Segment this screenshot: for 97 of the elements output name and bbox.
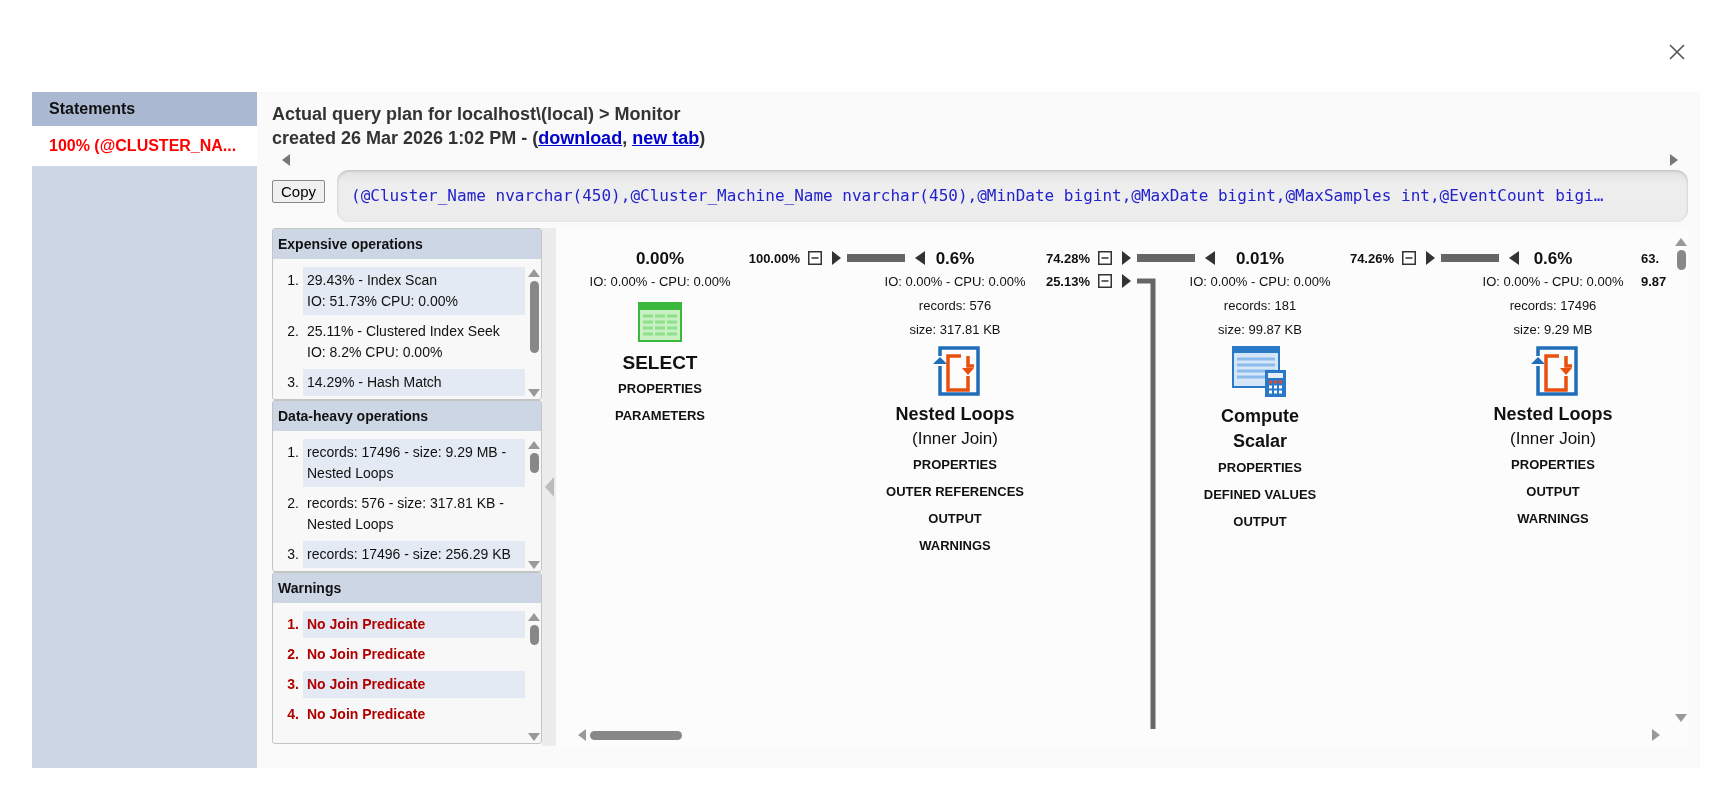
node-link[interactable]: WARNINGS [1517, 505, 1589, 532]
node-cost: 0.6% [935, 248, 975, 270]
header-link[interactable]: download [538, 128, 623, 148]
collapse-icon[interactable] [1098, 251, 1112, 265]
sidebar-header: Statements [32, 92, 257, 126]
node-size: size: 99.87 KB [1218, 321, 1302, 339]
node-io-cpu: IO: 0.00% - CPU: 0.00% [1482, 273, 1624, 291]
node-cost: 0.6% [1533, 248, 1573, 270]
item-number: 4. [286, 705, 300, 724]
scroll-up-icon[interactable] [528, 613, 540, 621]
scroll-up-icon[interactable] [528, 441, 540, 449]
table-icon[interactable] [638, 302, 682, 342]
node-link[interactable]: PROPERTIES [913, 451, 997, 478]
node-link[interactable]: OUTPUT [1233, 508, 1287, 535]
item-number: 3. [286, 545, 300, 564]
node-records: records: 181 [1223, 297, 1297, 315]
scrollbar-thumb[interactable] [529, 281, 539, 353]
node-io-cpu: IO: 0.00% - CPU: 0.00% [884, 273, 1026, 291]
edge-label: 100.00% [747, 250, 800, 268]
panel-title: Data-heavy operations [273, 401, 541, 431]
operation-item[interactable]: No Join Predicate [303, 641, 525, 668]
item-number: 3. [286, 373, 300, 392]
operation-item[interactable]: records: 17496 - size: 9.29 MB - Nested Loops [303, 439, 525, 487]
scroll-left-icon[interactable] [282, 154, 290, 166]
scroll-right-icon[interactable] [1652, 729, 1660, 741]
node-link[interactable]: OUTPUT [1526, 478, 1580, 505]
item-number: 3. [286, 675, 300, 694]
scroll-up-icon[interactable] [1675, 238, 1687, 246]
operation-item[interactable]: 14.29% - Hash Match [303, 369, 525, 396]
node-records: records: 17496 [1509, 297, 1597, 315]
node-subtitle: (Inner Join) [912, 428, 998, 450]
item-number: 1. [286, 271, 300, 290]
expand-arrow-icon[interactable] [832, 251, 841, 265]
item-number: 1. [286, 443, 300, 462]
node-cost: 0.00% [635, 248, 685, 270]
operation-item[interactable]: records: 17496 - size: 256.29 KB [303, 541, 525, 568]
item-number: 2. [286, 494, 300, 513]
scrollbar-thumb[interactable] [529, 625, 539, 645]
scroll-down-icon[interactable] [528, 733, 540, 741]
scroll-up-icon[interactable] [528, 269, 540, 277]
node-title: SELECT [621, 351, 699, 375]
query-text: (@Cluster_Name nvarchar(450),@Cluster_Machine_Name nvarchar(450),@MinDate bigint,@MaxDate bigint,@MaxSamples int,@EventCount bigi… [337, 170, 1688, 222]
operation-item[interactable]: No Join Predicate [303, 611, 525, 638]
edge-label: 9.87 [1641, 273, 1667, 291]
collapse-icon[interactable] [1098, 274, 1112, 288]
node-title: Nested Loops [895, 403, 1015, 426]
node-link[interactable]: PROPERTIES [1511, 451, 1595, 478]
node-cost: 0.01% [1235, 248, 1285, 270]
copy-button[interactable]: Copy [272, 180, 326, 203]
panel-title: Expensive operations [273, 229, 541, 259]
statement-item[interactable]: 100% (@CLUSTER_NA... [32, 126, 257, 166]
scroll-right-icon[interactable] [1670, 154, 1678, 166]
operation-item[interactable]: 29.43% - Index Scan IO: 51.73% CPU: 0.00% [303, 267, 525, 315]
item-number: 2. [286, 322, 300, 341]
scroll-down-icon[interactable] [1675, 714, 1687, 722]
node-io-cpu: IO: 0.00% - CPU: 0.00% [589, 273, 731, 291]
edge-label: 63. [1641, 250, 1660, 268]
plan-title: Actual query plan for localhost\(local) > Monitor [272, 103, 682, 126]
node-subtitle: (Inner Join) [1510, 428, 1596, 450]
operation-item[interactable]: records: 576 - size: 317.81 KB - Nested Loops [303, 490, 525, 538]
collapse-icon[interactable] [808, 251, 822, 265]
node-link[interactable]: DEFINED VALUES [1203, 481, 1317, 508]
node-title: Nested Loops [1493, 403, 1613, 426]
expand-arrow-icon[interactable] [1122, 251, 1131, 265]
plan-created-line: created 26 Mar 2026 1:02 PM - (download, new tab) [272, 127, 707, 150]
node-title: Compute Scalar [1220, 405, 1300, 453]
scroll-down-icon[interactable] [528, 561, 540, 569]
item-number: 1. [286, 615, 300, 634]
expand-arrow-icon[interactable] [1122, 274, 1131, 288]
edge-label: 74.28% [1044, 250, 1090, 268]
node-io-cpu: IO: 0.00% - CPU: 0.00% [1189, 273, 1331, 291]
edge-label: 25.13% [1044, 273, 1090, 291]
node-link[interactable]: OUTPUT [928, 505, 982, 532]
operation-item[interactable]: 25.11% - Clustered Index Seek IO: 8.2% CPU: 0.00% [303, 318, 525, 366]
node-size: size: 9.29 MB [1513, 321, 1593, 339]
node-link[interactable]: PROPERTIES [618, 375, 702, 402]
node-size: size: 317.81 KB [909, 321, 1001, 339]
operation-item[interactable]: No Join Predicate [303, 671, 525, 698]
header-link[interactable]: new tab [632, 128, 700, 148]
scrollbar-thumb[interactable] [1676, 250, 1686, 270]
collapse-icon[interactable] [1402, 251, 1416, 265]
node-link[interactable]: WARNINGS [919, 532, 991, 559]
item-number: 2. [286, 645, 300, 664]
node-records: records: 576 [918, 297, 992, 315]
panel-title: Warnings [273, 573, 541, 603]
expand-arrow-icon[interactable] [1426, 251, 1435, 265]
scrollbar-thumb[interactable] [590, 730, 682, 740]
node-link[interactable]: PROPERTIES [1218, 454, 1302, 481]
scroll-left-icon[interactable] [578, 729, 586, 741]
node-link[interactable]: PARAMETERS [614, 402, 705, 429]
operation-item[interactable]: No Join Predicate [303, 701, 525, 728]
table-calculator-icon[interactable] [1232, 346, 1288, 398]
close-icon[interactable] [1669, 44, 1685, 60]
edge-label: 74.26% [1348, 250, 1394, 268]
scroll-down-icon[interactable] [528, 389, 540, 397]
scrollbar-thumb[interactable] [529, 453, 539, 473]
node-link[interactable]: OUTER REFERENCES [886, 478, 1024, 505]
